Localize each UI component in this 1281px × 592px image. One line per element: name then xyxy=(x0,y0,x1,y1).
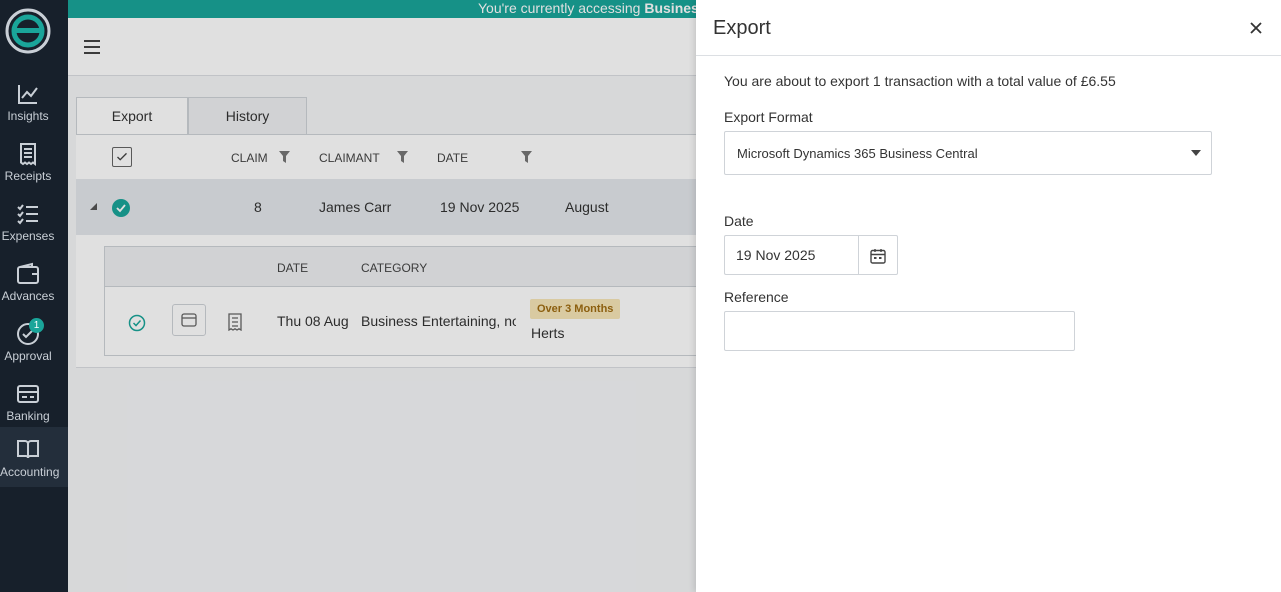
card-icon xyxy=(17,385,39,403)
nav-label: Expenses xyxy=(1,229,55,243)
approval-badge: 1 xyxy=(29,318,44,333)
date-label: Date xyxy=(724,213,754,229)
chevron-down-icon xyxy=(1191,150,1201,156)
date-input[interactable]: 19 Nov 2025 xyxy=(724,235,859,275)
reference-label: Reference xyxy=(724,289,789,305)
nav-label: Insights xyxy=(7,109,49,123)
nav-label: Receipts xyxy=(4,169,52,183)
export-format-label: Export Format xyxy=(724,109,813,125)
nav-item-approval[interactable]: 1 Approval xyxy=(0,316,68,374)
nav-item-receipts[interactable]: Receipts xyxy=(0,136,68,194)
nav-item-expenses[interactable]: Expenses xyxy=(0,196,68,254)
wallet-icon xyxy=(17,262,39,284)
receipt-icon xyxy=(20,143,36,166)
logo-icon[interactable] xyxy=(5,8,51,54)
export-summary: You are about to export 1 transaction wi… xyxy=(724,73,1116,89)
nav-item-insights[interactable]: Insights xyxy=(0,76,68,134)
nav-item-banking[interactable]: Banking xyxy=(0,376,68,434)
close-icon[interactable] xyxy=(1248,20,1264,36)
nav-item-accounting[interactable]: Accounting xyxy=(0,427,68,487)
export-format-value: Microsoft Dynamics 365 Business Central xyxy=(737,146,978,161)
nav-item-advances[interactable]: Advances xyxy=(0,256,68,314)
panel-header: Export xyxy=(696,0,1281,56)
export-format-select[interactable]: Microsoft Dynamics 365 Business Central xyxy=(724,131,1212,175)
list-check-icon xyxy=(17,204,38,225)
export-panel: Export You are about to export 1 transac… xyxy=(696,0,1281,592)
reference-input[interactable] xyxy=(724,311,1075,351)
calendar-icon xyxy=(870,249,886,264)
panel-title: Export xyxy=(713,17,771,39)
nav-label: Banking xyxy=(6,409,50,423)
nav-label: Accounting xyxy=(0,465,60,479)
nav-label: Advances xyxy=(1,289,55,303)
chart-line-icon xyxy=(18,85,38,104)
nav-label: Approval xyxy=(4,349,52,363)
sidebar: Insights Receipts Expenses Advances 1 Ap… xyxy=(0,0,68,592)
calendar-button[interactable] xyxy=(858,235,898,275)
book-open-icon xyxy=(17,440,39,459)
